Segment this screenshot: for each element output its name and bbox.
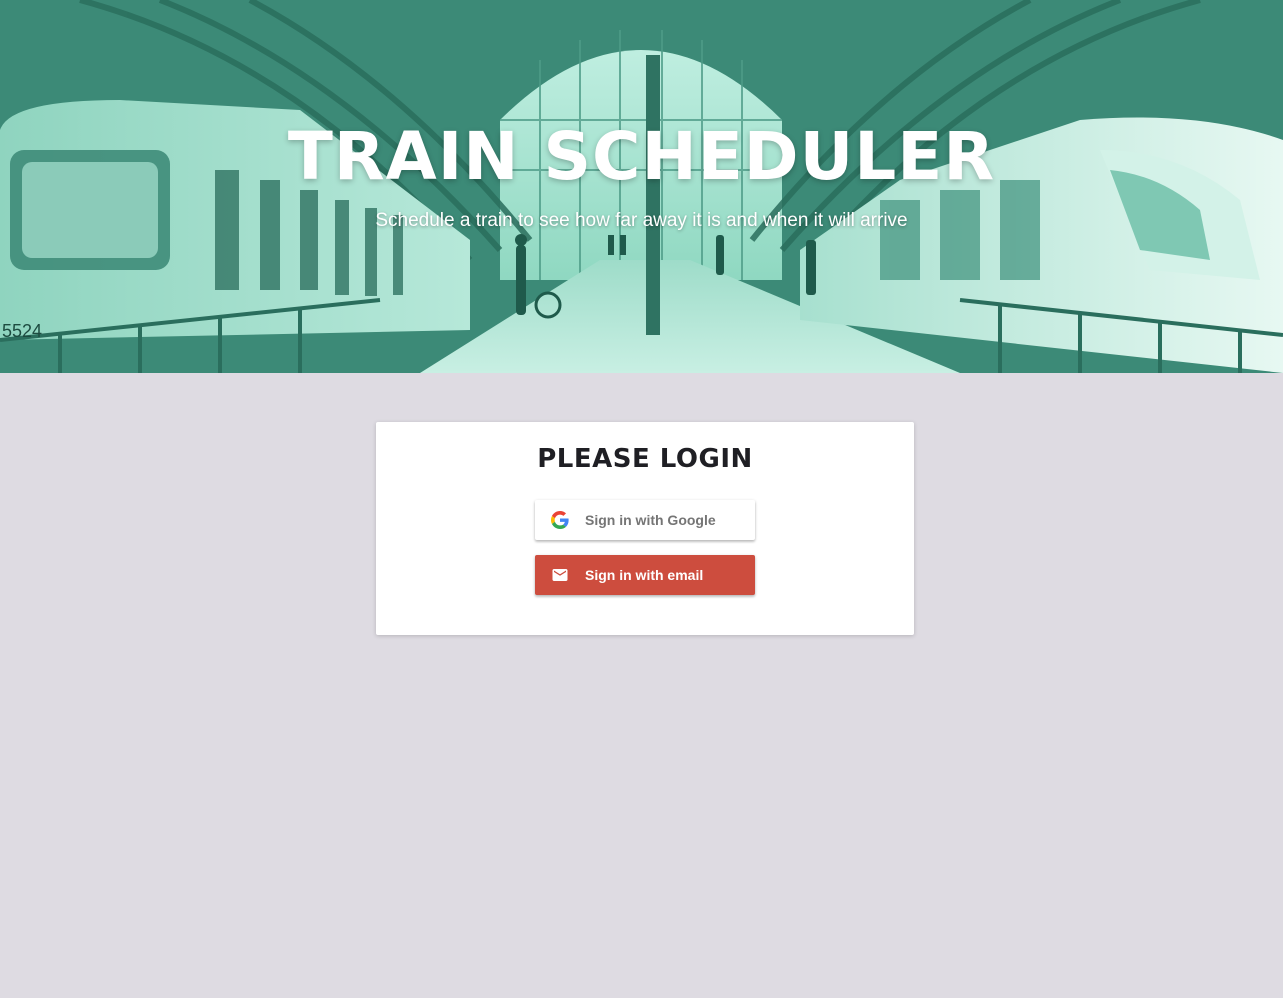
google-button-label: Sign in with Google: [585, 512, 716, 528]
login-heading: PLEASE LOGIN: [537, 444, 753, 474]
page-title: TRAIN SCHEDULER: [287, 118, 996, 195]
sign-in-with-email-button[interactable]: Sign in with email: [535, 555, 755, 595]
page-subtitle: Schedule a train to see how far away it …: [375, 210, 908, 231]
email-button-label: Sign in with email: [585, 567, 704, 583]
login-card: PLEASE LOGIN Sign in with Google Sign in…: [376, 422, 914, 635]
hero-banner: 5524 TRAIN SCHEDULER Schedule a train to…: [0, 0, 1283, 373]
mail-icon: [551, 566, 569, 584]
train-number-label: 5524: [2, 321, 43, 341]
sign-in-with-google-button[interactable]: Sign in with Google: [535, 500, 755, 540]
google-logo-icon: [551, 511, 569, 529]
